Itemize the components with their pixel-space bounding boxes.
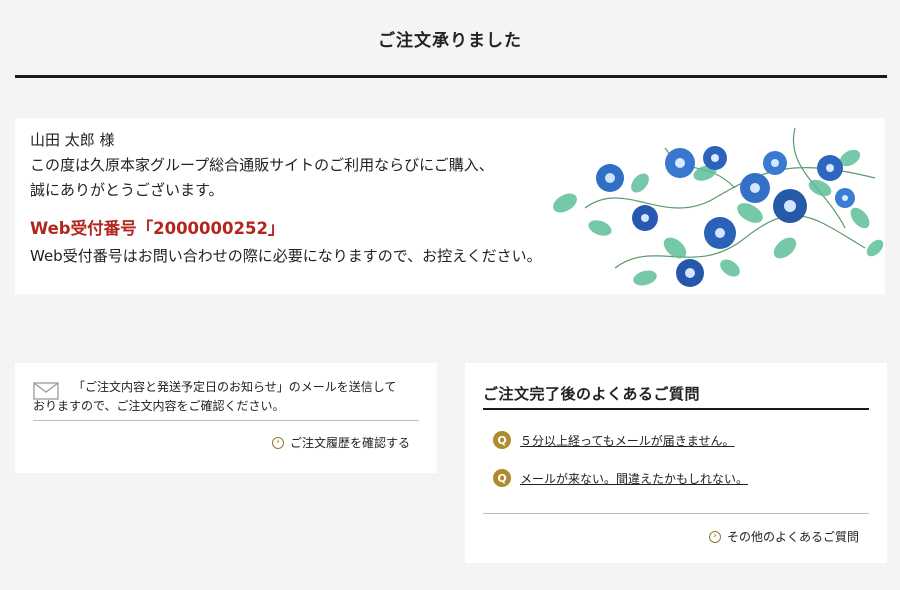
mail-notice: 「ご注文内容と発送予定日のお知らせ」のメールを送信して おりますので、ご注文内容… [33, 378, 423, 416]
order-number-note: Web受付番号はお問い合わせの際に必要になりますので、お控えください。 [30, 247, 542, 265]
thanks-line-2: 誠にありがとうございます。 [30, 181, 224, 199]
web-order-number: Web受付番号「2000000252」 [30, 219, 285, 238]
greeting-block: 山田 太郎 様 この度は久原本家グループ総合通販サイトのご利用ならびにご購入、 … [30, 128, 542, 269]
morning-glory-illustration [553, 127, 884, 287]
faq-item-mistake[interactable]: Q メールが来ない。間違えたかもしれない。 [493, 469, 748, 487]
mail-icon [33, 382, 59, 400]
more-faq-link-label: その他のよくあるご質問 [727, 530, 860, 544]
mail-notice-line-2: おりますので、ご注文内容をご確認ください。 [33, 399, 285, 413]
order-history-link-label: ご注文履歴を確認する [290, 436, 411, 450]
thanks-line-1: この度は久原本家グループ総合通販サイトのご利用ならびにご購入、 [30, 156, 494, 174]
question-badge-icon: Q [493, 431, 511, 449]
faq-link: メールが来ない。間違えたかもしれない。 [520, 471, 749, 486]
question-badge-icon: Q [493, 469, 511, 487]
page-title: ご注文承りました [378, 31, 522, 51]
chevron-right-icon: › [272, 436, 284, 449]
mail-notice-divider [33, 420, 419, 421]
mail-notice-text: 「ご注文内容と発送予定日のお知らせ」のメールを送信して おりますので、ご注文内容… [33, 378, 423, 416]
faq-divider [483, 513, 869, 514]
faq-title: ご注文完了後のよくあるご質問 [483, 385, 701, 403]
faq-card: ご注文完了後のよくあるご質問 Q ５分以上経ってもメールが届きません。 Q メー… [465, 363, 887, 563]
faq-link: ５分以上経ってもメールが届きません。 [520, 433, 735, 448]
mail-notice-line-1: 「ご注文内容と発送予定日のお知らせ」のメールを送信して [73, 380, 397, 394]
order-history-link[interactable]: › ご注文履歴を確認する [272, 434, 410, 451]
order-confirmation-panel: 山田 太郎 様 この度は久原本家グループ総合通販サイトのご利用ならびにご購入、 … [15, 118, 885, 294]
faq-item-mail-not-arrived[interactable]: Q ５分以上経ってもメールが届きません。 [493, 431, 734, 449]
faq-title-divider [483, 408, 869, 410]
customer-name: 山田 太郎 様 [30, 131, 115, 149]
mail-notice-card: 「ご注文内容と発送予定日のお知らせ」のメールを送信して おりますので、ご注文内容… [15, 363, 437, 473]
chevron-right-icon: › [709, 530, 721, 543]
more-faq-link[interactable]: › その他のよくあるご質問 [709, 528, 859, 545]
title-divider [15, 75, 887, 78]
